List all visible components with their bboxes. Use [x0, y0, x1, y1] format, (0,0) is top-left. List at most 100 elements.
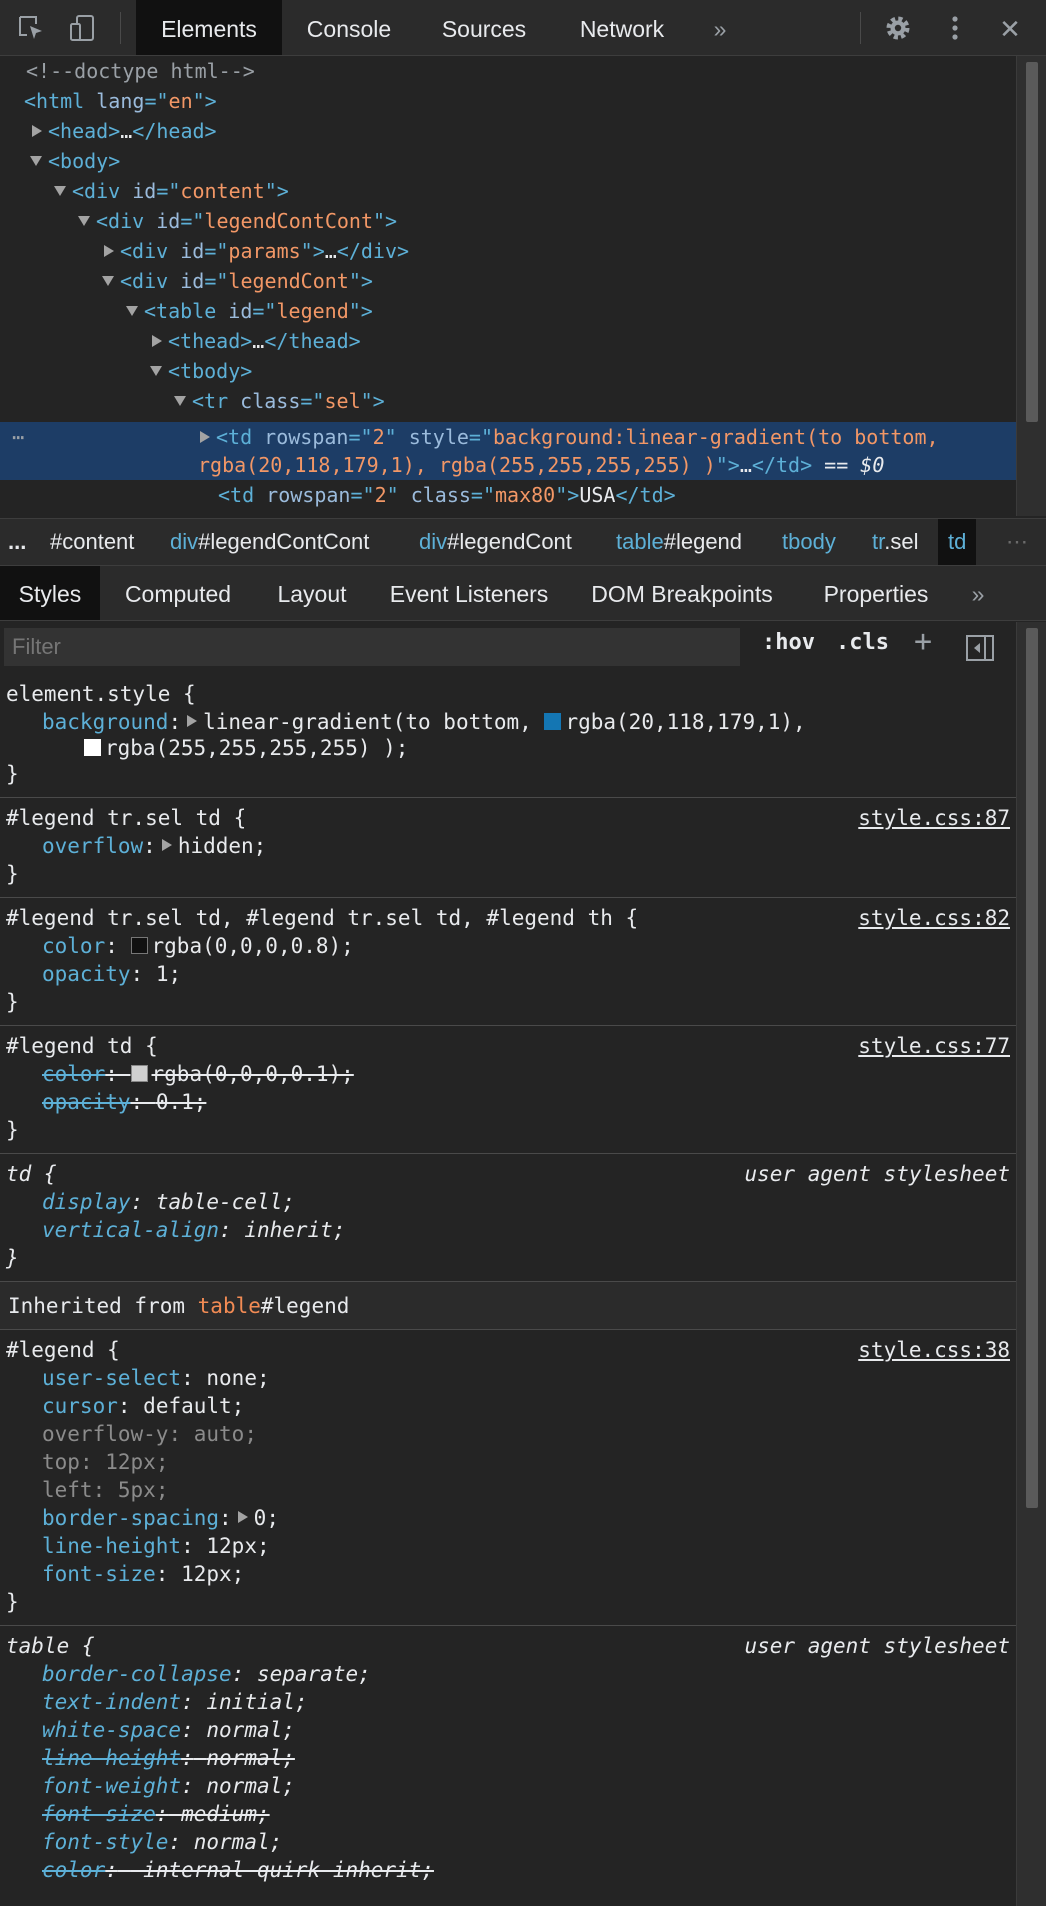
dom-node-td-line1[interactable]: <td rowspan="2" style="background:linear…: [200, 422, 939, 452]
style-property[interactable]: font-style: normal;: [42, 1828, 282, 1856]
cls-toggle[interactable]: .cls: [836, 630, 889, 655]
dom-node-content[interactable]: <div id="content">: [54, 176, 289, 206]
styles-scrollbar[interactable]: [1016, 622, 1046, 1906]
dom-node-legendcontcont[interactable]: <div id="legendContCont">: [78, 206, 397, 236]
dom-node-head[interactable]: <head>…</head>: [32, 116, 217, 146]
style-property[interactable]: white-space: normal;: [42, 1716, 295, 1744]
collapse-icon[interactable]: [30, 155, 42, 166]
filter-input[interactable]: [4, 628, 740, 666]
node-actions-ellipsis[interactable]: ⋯: [0, 422, 24, 452]
collapse-icon[interactable]: [126, 305, 138, 316]
tab-properties[interactable]: Properties: [812, 566, 940, 620]
style-property-overridden[interactable]: color: -internal-quirk-inherit;: [42, 1856, 434, 1884]
style-property[interactable]: border-collapse: separate;: [42, 1660, 371, 1688]
dom-node-tr-sel[interactable]: <tr class="sel">: [174, 386, 385, 416]
breadcrumb-td[interactable]: td: [938, 519, 977, 565]
collapse-icon[interactable]: [54, 185, 66, 196]
rule-element-style: element.style { background: linear-gradie…: [0, 672, 1016, 798]
expand-value-icon[interactable]: [237, 1511, 248, 1523]
color-swatch-light[interactable]: [130, 1064, 148, 1082]
color-swatch-black[interactable]: [130, 936, 148, 954]
collapse-icon[interactable]: [78, 215, 90, 226]
tab-sources[interactable]: Sources: [424, 0, 544, 55]
style-property[interactable]: border-spacing: 0;: [42, 1504, 279, 1532]
tab-network[interactable]: Network: [564, 0, 680, 55]
breadcrumb-tbody[interactable]: tbody: [782, 519, 836, 565]
dom-node-body[interactable]: <body>: [30, 146, 120, 176]
style-property[interactable]: display: table-cell;: [42, 1188, 295, 1216]
new-rule-button[interactable]: +: [914, 624, 932, 659]
more-subtabs-button[interactable]: »: [956, 566, 1000, 620]
style-property-inactive[interactable]: overflow-y: auto;: [42, 1420, 257, 1448]
style-property[interactable]: background: linear-gradient(to bottom, rg…: [42, 708, 806, 736]
tab-layout[interactable]: Layout: [262, 566, 362, 620]
close-icon[interactable]: ✕: [990, 0, 1030, 55]
style-property[interactable]: color: rgba(0,0,0,0.8);: [42, 932, 354, 960]
tab-computed[interactable]: Computed: [108, 566, 248, 620]
source-link[interactable]: style.css:82: [858, 904, 1010, 932]
style-property[interactable]: font-weight: normal;: [42, 1772, 295, 1800]
tab-console[interactable]: Console: [290, 0, 408, 55]
breadcrumb-tr-sel[interactable]: tr.sel: [872, 519, 918, 565]
source-link[interactable]: style.css:77: [858, 1032, 1010, 1060]
style-property[interactable]: vertical-align: inherit;: [42, 1216, 345, 1244]
style-property-overridden[interactable]: line-height: normal;: [42, 1744, 295, 1772]
style-property[interactable]: opacity: 1;: [42, 960, 181, 988]
expand-value-icon[interactable]: [161, 839, 172, 851]
style-property[interactable]: line-height: 12px;: [42, 1532, 270, 1560]
expand-icon[interactable]: [200, 430, 210, 443]
tab-styles[interactable]: Styles: [0, 566, 100, 620]
color-swatch-blue[interactable]: [544, 712, 562, 730]
style-property[interactable]: cursor: default;: [42, 1392, 244, 1420]
expand-icon[interactable]: [152, 334, 162, 347]
style-property[interactable]: user-select: none;: [42, 1364, 270, 1392]
style-property-inactive[interactable]: top: 12px;: [42, 1448, 168, 1476]
dom-node-doctype[interactable]: <!--doctype html-->: [26, 56, 255, 86]
styles-filter-bar: :hov .cls +: [0, 622, 1016, 672]
style-property[interactable]: font-size: 12px;: [42, 1560, 244, 1588]
style-property[interactable]: overflow: hidden;: [42, 832, 266, 860]
style-property-overridden[interactable]: font-size: medium;: [42, 1800, 270, 1828]
breadcrumb-legendcontcont[interactable]: div#legendContCont: [170, 519, 369, 565]
dom-node-thead[interactable]: <thead>…</thead>: [152, 326, 361, 356]
source-link[interactable]: style.css:38: [858, 1336, 1010, 1364]
breadcrumb-content[interactable]: #content: [50, 519, 134, 565]
dom-node-legendcont[interactable]: <div id="legendCont">: [102, 266, 373, 296]
dom-scrollbar[interactable]: [1016, 56, 1046, 516]
breadcrumb-legendcont[interactable]: div#legendCont: [419, 519, 572, 565]
expand-value-icon[interactable]: [187, 715, 198, 727]
style-property[interactable]: text-indent: initial;: [42, 1688, 308, 1716]
breadcrumb-more[interactable]: ...: [8, 519, 26, 565]
tab-event-listeners[interactable]: Event Listeners: [378, 566, 560, 620]
dom-node-td-usa[interactable]: <td rowspan="2" class="max80">USA</td>: [218, 480, 676, 510]
collapse-icon[interactable]: [174, 395, 186, 406]
kebab-menu-icon[interactable]: [940, 13, 970, 43]
dom-node-tbody[interactable]: <tbody>: [150, 356, 252, 386]
collapse-icon[interactable]: [102, 275, 114, 286]
gear-icon[interactable]: [883, 13, 913, 43]
source-label: user agent stylesheet: [744, 1162, 1010, 1186]
style-property-overridden[interactable]: opacity: 0.1;: [42, 1088, 206, 1116]
source-label: user agent stylesheet: [744, 1634, 1010, 1658]
tab-elements[interactable]: Elements: [136, 0, 282, 55]
collapse-icon[interactable]: [150, 365, 162, 376]
dom-node-html[interactable]: <html lang="en">: [24, 86, 217, 116]
dom-node-params[interactable]: <div id="params">…</div>: [104, 236, 409, 266]
device-toolbar-icon[interactable]: [68, 13, 98, 43]
dom-node-table-legend[interactable]: <table id="legend">: [126, 296, 373, 326]
rule-table-user-agent: table { user agent stylesheet border-col…: [0, 1626, 1016, 1906]
style-property-inactive[interactable]: left: 5px;: [42, 1476, 168, 1504]
expand-icon[interactable]: [104, 244, 114, 257]
inspect-element-icon[interactable]: [16, 13, 46, 43]
rule-selector: td {: [6, 1162, 57, 1186]
hov-toggle[interactable]: :hov: [762, 630, 815, 655]
tab-dom-breakpoints[interactable]: DOM Breakpoints: [582, 566, 782, 620]
expand-icon[interactable]: [32, 124, 42, 137]
more-tabs-button[interactable]: »: [700, 0, 740, 55]
toggle-sidebar-icon[interactable]: [965, 634, 995, 662]
breadcrumb-table-legend[interactable]: table#legend: [616, 519, 742, 565]
color-swatch-white[interactable]: [84, 738, 101, 756]
source-link[interactable]: style.css:87: [858, 804, 1010, 832]
sidebar-tabs: Styles Computed Layout Event Listeners D…: [0, 566, 1046, 621]
style-property-overridden[interactable]: color: rgba(0,0,0,0.1);: [42, 1060, 354, 1088]
